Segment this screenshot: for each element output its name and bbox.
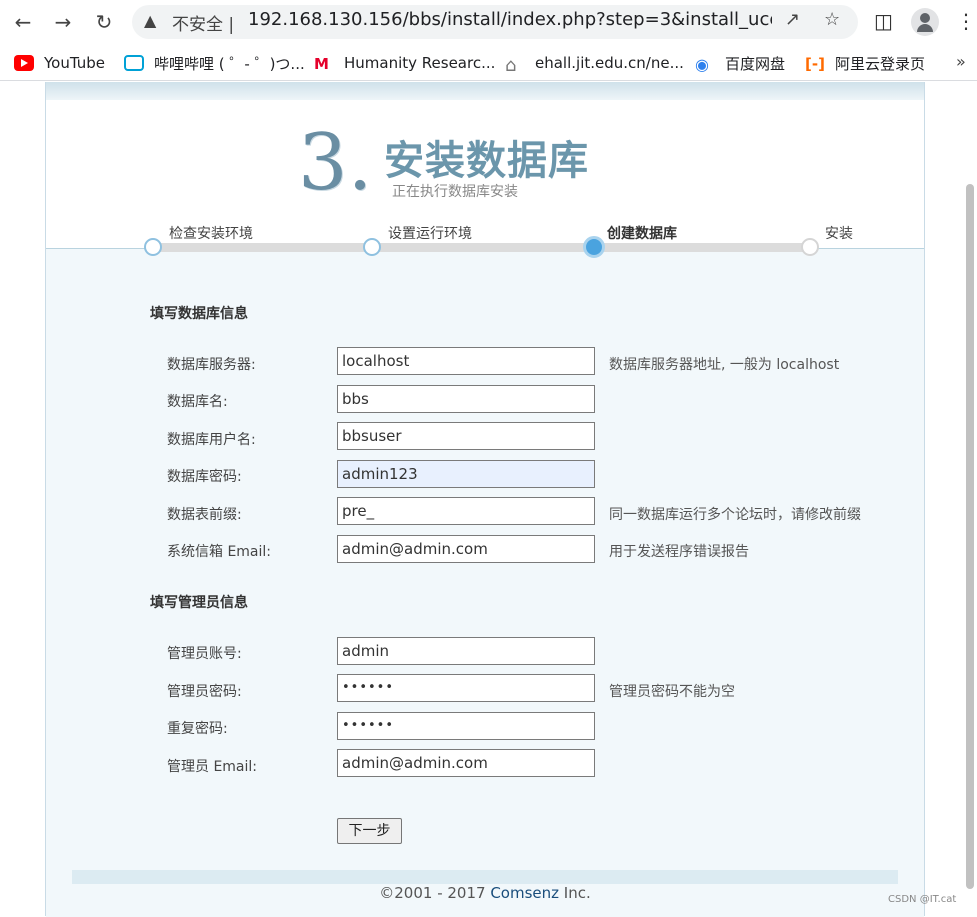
step-label: 设置运行环境 xyxy=(388,226,472,242)
step-dot-pending xyxy=(801,238,819,256)
aliyun-icon: [-] xyxy=(805,55,825,73)
warning-triangle-icon[interactable]: ▲ xyxy=(144,11,156,30)
admin-section-title: 填写管理员信息 xyxy=(150,595,248,611)
watermark-text: CSDN @IT.cat xyxy=(888,894,957,905)
step-subtitle: 正在执行数据库安装 xyxy=(392,184,518,200)
browser-toolbar: ← → ↻ ▲ 不安全 | 192.168.130.156/bbs/instal… xyxy=(0,0,977,44)
share-icon[interactable]: ↗ xyxy=(785,9,800,30)
step-label: 检查安装环境 xyxy=(169,226,253,242)
admin-email-label: 管理员 Email: xyxy=(167,759,258,775)
db-prefix-hint: 同一数据库运行多个论坛时，请修改前缀 xyxy=(609,507,861,523)
bookmark-youtube[interactable]: YouTube xyxy=(14,52,105,74)
system-email-label: 系统信箱 Email: xyxy=(167,544,272,560)
bookmark-label: YouTube xyxy=(44,54,105,72)
back-icon[interactable]: ← xyxy=(9,8,37,36)
footer-brand-link[interactable]: Comsenz xyxy=(490,884,559,902)
next-step-button[interactable]: 下一步 xyxy=(337,818,402,844)
bookmark-label: 哔哩哔哩 ( ゜- ゜)つ... xyxy=(154,54,305,73)
step-title: 安装数据库 xyxy=(384,138,589,184)
footer-copyright: ©2001 - 2017 Comsenz Inc. xyxy=(46,884,924,902)
baidu-netdisk-icon: ◉ xyxy=(695,55,709,74)
bookmark-aliyun[interactable]: [-] 阿里云登录页 xyxy=(805,52,925,74)
bookmark-humanity[interactable]: M Humanity Researc... xyxy=(314,52,495,74)
insecure-label[interactable]: 不安全 | xyxy=(172,10,234,35)
db-prefix-input[interactable]: pre_ xyxy=(337,497,595,525)
more-bookmarks-icon[interactable]: » xyxy=(956,52,966,71)
bookmarks-bar: YouTube 哔哩哔哩 ( ゜- ゜)つ... M Humanity Rese… xyxy=(0,46,977,81)
forward-icon[interactable]: → xyxy=(49,8,77,36)
db-user-label: 数据库用户名: xyxy=(167,432,256,448)
install-page: 3. 安装数据库 正在执行数据库安装 检查安装环境 设置运行环境 创建数据库 安… xyxy=(45,82,925,917)
repeat-password-label: 重复密码: xyxy=(167,721,228,737)
profile-avatar-icon[interactable] xyxy=(911,8,939,36)
bookmark-label: ehall.jit.edu.cn/ne... xyxy=(535,54,684,72)
admin-password-input[interactable]: •••••• xyxy=(337,674,595,702)
side-panel-icon[interactable]: ◫ xyxy=(874,9,893,33)
admin-password-hint: 管理员密码不能为空 xyxy=(609,684,735,700)
bookmark-label: Humanity Researc... xyxy=(344,54,496,72)
bilibili-icon xyxy=(124,55,144,71)
step-dot-done xyxy=(363,238,381,256)
footer-suffix: Inc. xyxy=(559,884,591,902)
bookmark-star-icon[interactable]: ☆ xyxy=(824,9,840,30)
db-prefix-label: 数据表前缀: xyxy=(167,507,242,523)
bookmark-baidu[interactable]: ◉ 百度网盘 xyxy=(695,52,786,75)
db-password-label: 数据库密码: xyxy=(167,469,242,485)
admin-email-input[interactable]: admin@admin.com xyxy=(337,749,595,777)
repeat-password-input[interactable]: •••••• xyxy=(337,712,595,740)
footer-prefix: ©2001 - 2017 xyxy=(379,884,491,902)
admin-password-label: 管理员密码: xyxy=(167,684,242,700)
step-dot-current xyxy=(583,236,605,258)
progress-track xyxy=(154,243,809,252)
step-label-current: 创建数据库 xyxy=(607,226,677,242)
system-email-input[interactable]: admin@admin.com xyxy=(337,535,595,563)
admin-account-label: 管理员账号: xyxy=(167,646,242,662)
reload-icon[interactable]: ↻ xyxy=(90,8,118,36)
bookmark-label: 百度网盘 xyxy=(725,54,786,73)
footer-band xyxy=(72,870,898,884)
url-text[interactable]: 192.168.130.156/bbs/install/index.php?st… xyxy=(248,9,772,30)
step-dot-done xyxy=(144,238,162,256)
db-section-title: 填写数据库信息 xyxy=(150,306,248,322)
db-server-label: 数据库服务器: xyxy=(167,357,256,373)
header-band xyxy=(46,82,924,100)
system-email-hint: 用于发送程序错误报告 xyxy=(609,544,749,560)
step-number: 3. xyxy=(298,118,373,208)
bookmark-ehall[interactable]: ⌂ ehall.jit.edu.cn/ne... xyxy=(505,52,684,76)
humanity-icon: M xyxy=(314,55,329,73)
bookmark-bilibili[interactable]: 哔哩哔哩 ( ゜- ゜)つ... xyxy=(124,52,305,74)
page-scrollbar[interactable] xyxy=(966,184,974,889)
db-server-hint: 数据库服务器地址, 一般为 localhost xyxy=(609,357,840,373)
admin-account-input[interactable]: admin xyxy=(337,637,595,665)
db-server-input[interactable]: localhost xyxy=(337,347,595,375)
db-name-label: 数据库名: xyxy=(167,394,228,410)
step-label: 安装 xyxy=(825,226,853,242)
db-user-input[interactable]: bbsuser xyxy=(337,422,595,450)
youtube-icon xyxy=(14,55,34,71)
menu-kebab-icon[interactable]: ⋮ xyxy=(956,9,976,33)
house-icon: ⌂ xyxy=(505,55,517,76)
db-name-input[interactable]: bbs xyxy=(337,385,595,413)
db-password-input[interactable]: admin123 xyxy=(337,460,595,488)
bookmark-label: 阿里云登录页 xyxy=(835,54,926,73)
